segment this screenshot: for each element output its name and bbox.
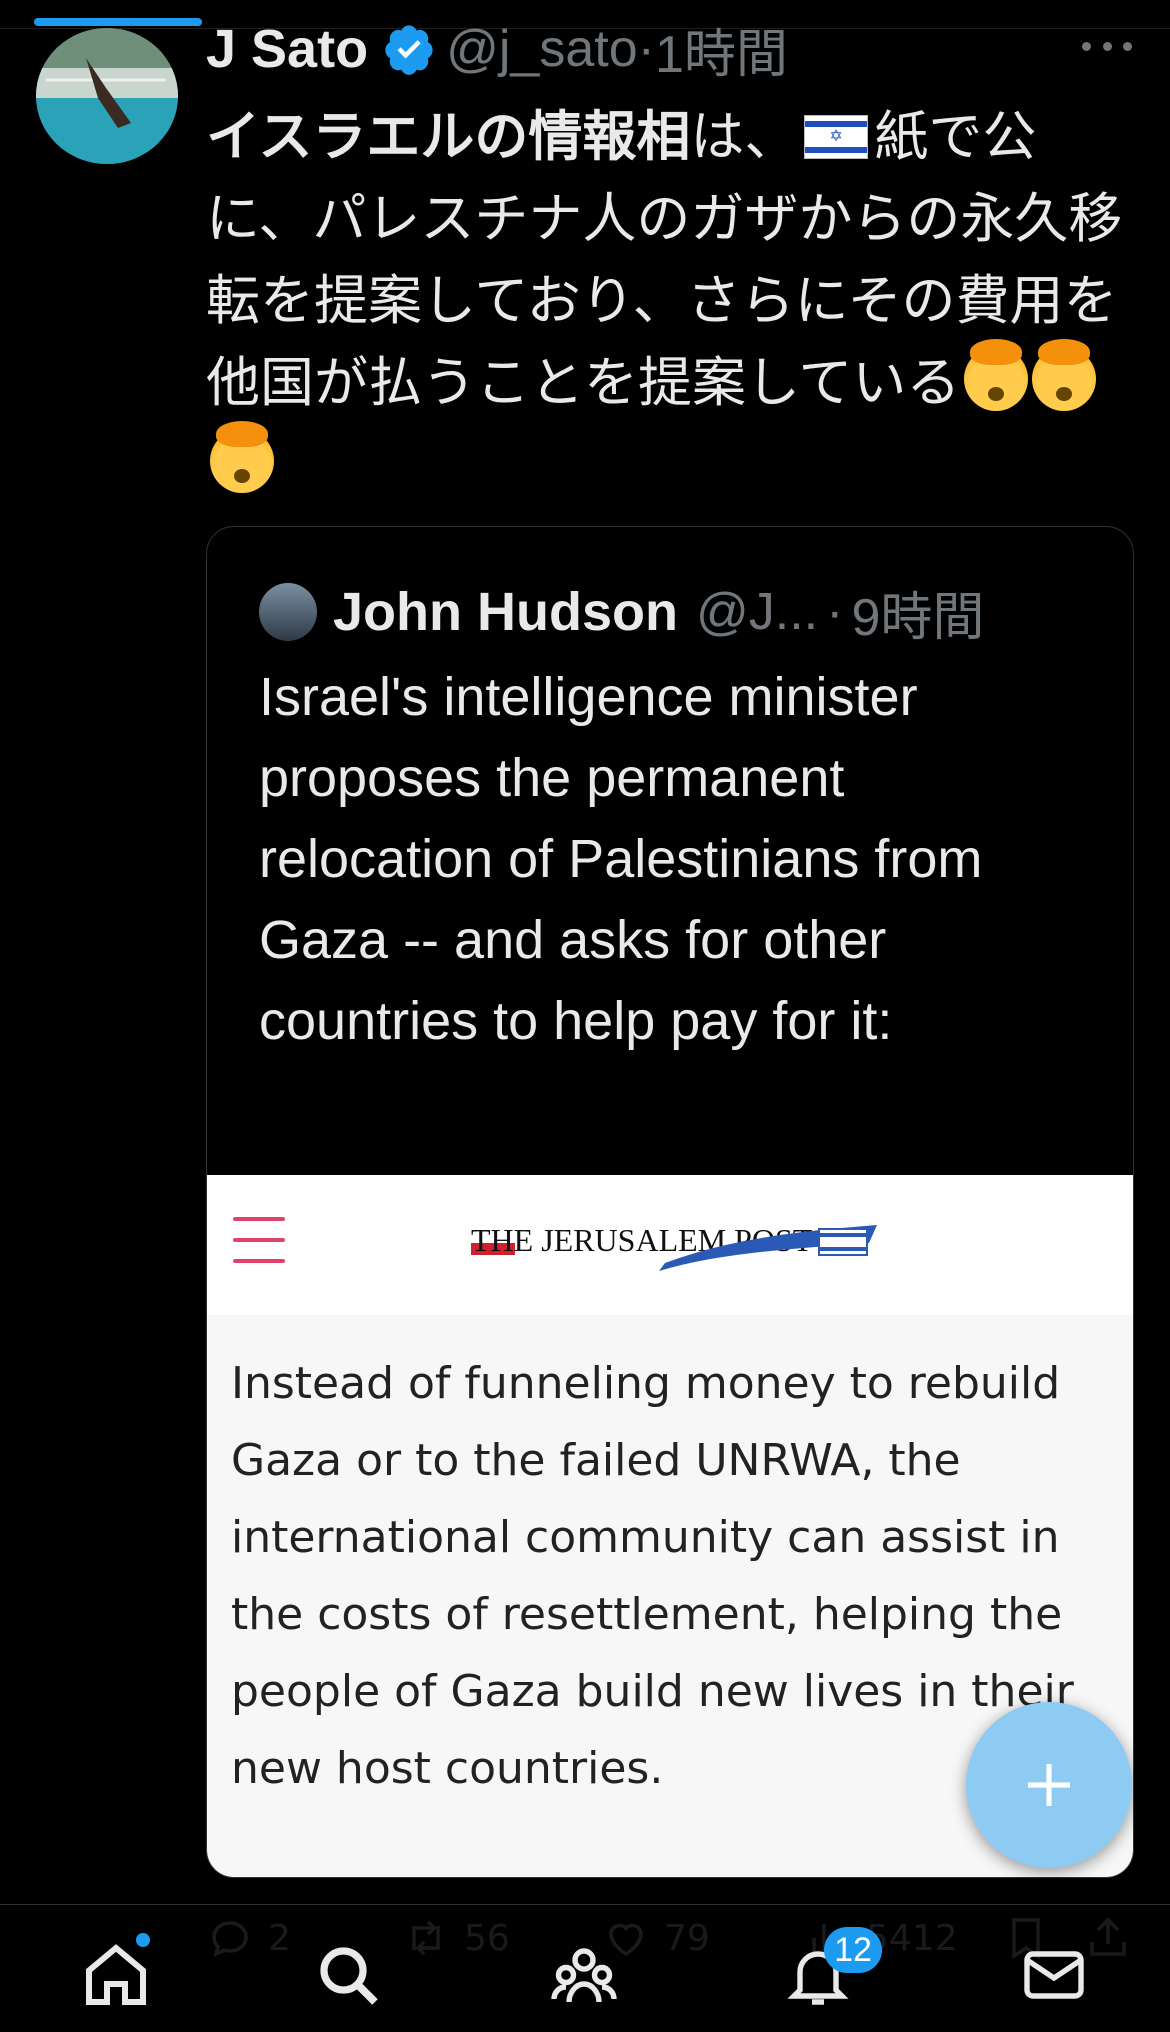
more-options-icon[interactable] <box>1082 26 1132 66</box>
quoted-separator: · <box>826 583 844 641</box>
article-excerpt: Instead of funneling money to rebuild Ga… <box>231 1358 1074 1794</box>
tweet-time[interactable]: 1時間 <box>655 12 788 87</box>
tab-home[interactable] <box>80 1939 152 2011</box>
tweet-text: イスラエルの情報相は、 ✡ 紙で公に、パレスチナ人のガザからの永久移転を提案しており… <box>206 96 1126 506</box>
article-header-bar: THE JERUSALEM POST <box>207 1175 1133 1315</box>
tab-search[interactable] <box>312 1939 384 2011</box>
tweet-header: J Sato @j_sato · 1時間 <box>206 14 788 84</box>
search-icon <box>320 1947 378 2005</box>
exploding-head-emoji-icon <box>210 421 274 493</box>
quoted-author-avatar <box>259 583 317 641</box>
quoted-author-name: John Hudson <box>333 582 678 642</box>
avatar-photo <box>36 28 178 164</box>
header-separator: · <box>637 20 655 78</box>
exploding-head-emoji-icon <box>1032 339 1097 411</box>
mail-icon <box>1024 1951 1084 1999</box>
verified-badge-icon <box>385 25 433 75</box>
notifications-badge: 12 <box>824 1927 882 1973</box>
plus-icon <box>1028 1764 1070 1806</box>
home-icon <box>86 1944 146 2005</box>
quoted-tweet[interactable]: John Hudson @J... · 9時間 Israel's intelli… <box>206 526 1134 1878</box>
compose-button[interactable] <box>966 1702 1132 1868</box>
communities-icon <box>551 1948 617 2003</box>
hamburger-menu-icon <box>233 1217 285 1263</box>
jerusalem-post-logo: THE JERUSALEM POST <box>471 1222 877 1271</box>
exploding-head-emoji-icon <box>964 339 1029 411</box>
bottom-tab-bar: 12 <box>0 1904 1170 2032</box>
quoted-author-handle: @J... <box>695 583 819 641</box>
quoted-tweet-header: John Hudson @J... · 9時間 <box>259 577 984 647</box>
israel-flag-icon: ✡ <box>804 115 869 159</box>
quoted-tweet-text: Israel's intelligence minister proposes … <box>259 667 983 1051</box>
tab-communities[interactable] <box>548 1939 620 2011</box>
quoted-time: 9時間 <box>851 588 985 647</box>
tweet-text-part1: は、 <box>690 105 799 168</box>
scroll-indicator <box>34 18 202 26</box>
home-notification-dot <box>136 1933 150 1947</box>
tweet-text-bold: イスラエルの情報相 <box>206 105 691 168</box>
author-name[interactable]: J Sato <box>206 18 368 80</box>
author-handle[interactable]: @j_sato <box>446 19 638 79</box>
tab-messages[interactable] <box>1018 1939 1090 2011</box>
author-avatar[interactable] <box>36 28 178 164</box>
